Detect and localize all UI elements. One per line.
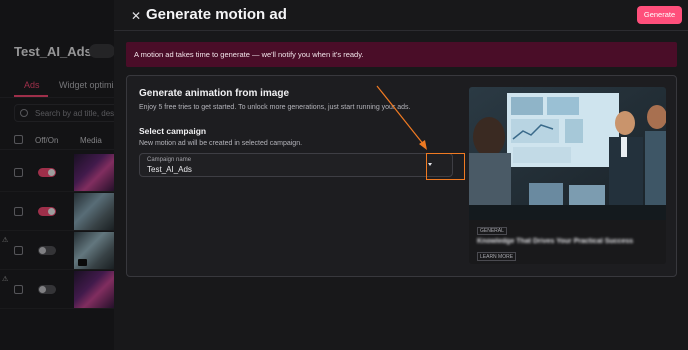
drawer-title: Generate motion ad xyxy=(146,6,287,23)
generate-card: Generate animation from image Enjoy 5 fr… xyxy=(126,75,677,277)
motion-ad-drawer: ✕ Generate motion ad Generate A motion a… xyxy=(114,0,688,350)
preview-category-tag: GENERAL xyxy=(477,227,507,235)
header-divider xyxy=(114,30,688,31)
info-banner: A motion ad takes time to generate — we'… xyxy=(126,42,677,67)
preview-cta-button: LEARN MORE xyxy=(477,252,517,261)
annotation-highlight-box xyxy=(426,153,465,180)
preview-headline: Knowledge That Drives Your Practical Suc… xyxy=(477,238,634,245)
close-icon[interactable]: ✕ xyxy=(128,8,144,24)
campaign-select-value: Test_AI_Ads xyxy=(147,165,192,174)
screen: Test_AI_Ads Ads Widget optimiz Search by… xyxy=(0,0,688,350)
generate-button[interactable]: Generate xyxy=(637,6,682,24)
ad-preview: GENERAL Knowledge That Drives Your Pract… xyxy=(469,87,666,264)
campaign-select[interactable]: Campaign name Test_AI_Ads xyxy=(139,153,453,177)
section-subtitle: Enjoy 5 free tries to get started. To un… xyxy=(139,104,411,111)
section-title: Generate animation from image xyxy=(139,88,290,99)
select-campaign-title: Select campaign xyxy=(139,126,207,136)
select-campaign-subtitle: New motion ad will be created in selecte… xyxy=(139,140,303,147)
campaign-select-label: Campaign name xyxy=(147,157,192,163)
